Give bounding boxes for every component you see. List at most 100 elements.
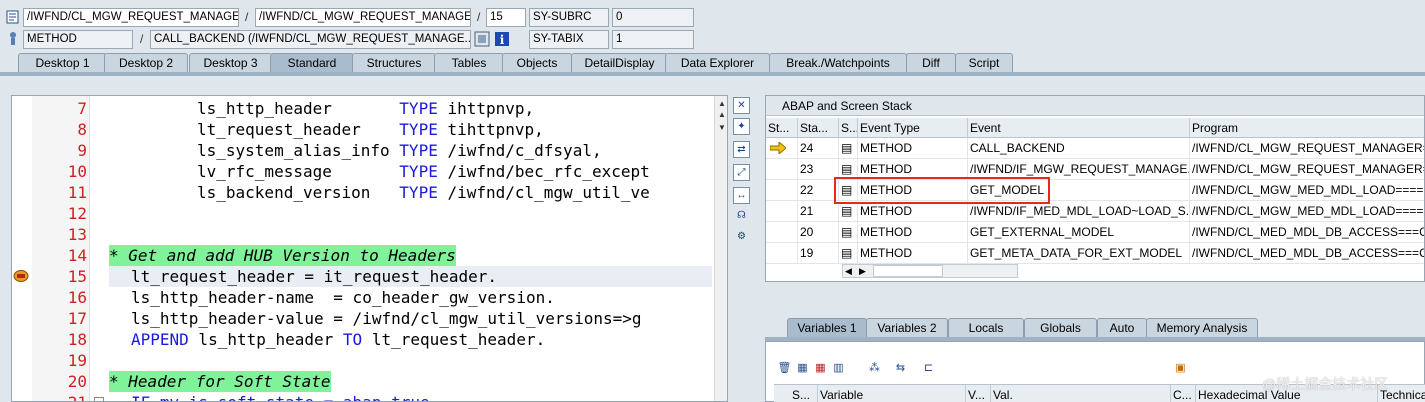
tab-objects[interactable]: Objects: [502, 53, 572, 73]
tab-tables[interactable]: Tables: [434, 53, 504, 73]
resize-icon[interactable]: ↔: [733, 187, 750, 204]
collapse-icon[interactable]: −: [94, 397, 104, 401]
save-icon[interactable]: ▣: [1172, 360, 1189, 377]
include-field[interactable]: /IWFND/CL_MGW_REQUEST_MANAGER...: [255, 8, 471, 27]
code-comment: * Get and add HUB Version to Headers: [109, 245, 456, 266]
navigate-icon[interactable]: [474, 31, 490, 47]
line-number: 20: [67, 372, 87, 391]
table-icon[interactable]: ▦: [794, 360, 811, 377]
swap-icon[interactable]: ⇄: [733, 141, 750, 158]
code-comment: * Header for Soft State: [109, 371, 331, 392]
new-tool-icon[interactable]: ✦: [733, 118, 750, 135]
scroll-down-icon[interactable]: ▼: [715, 122, 727, 134]
tab-script[interactable]: Script: [955, 53, 1013, 73]
stack-hscrollbar[interactable]: ◀ ▶: [842, 264, 1018, 278]
stack-level: 23: [798, 159, 839, 180]
code-line: 7 ls_http_header TYPE ihttpnvp,: [12, 98, 712, 119]
line-number: 7: [77, 99, 87, 118]
column-header[interactable]: V...: [966, 385, 991, 402]
stack-row[interactable]: 21 ▤ METHOD /IWFND/IF_MED_MDL_LOAD~LOAD_…: [766, 201, 1424, 222]
column-header[interactable]: Event Type: [858, 118, 968, 138]
column-header[interactable]: Program: [1190, 118, 1424, 138]
column-header[interactable]: Event: [968, 118, 1190, 138]
tab-breakpoints[interactable]: Break./Watchpoints: [769, 53, 907, 73]
sy-subrc-value: 0: [612, 8, 694, 27]
scroll-left-icon[interactable]: ◀: [845, 265, 852, 277]
line-number: 15: [67, 267, 87, 286]
program-name: /IWFND/CL_MGW_MED_MDL_LOAD====(: [1190, 180, 1424, 201]
line-number: 11: [67, 183, 87, 202]
tab-variables-1[interactable]: Variables 1: [787, 318, 867, 338]
code-text: lt_request_header TYPE tihttpnvp,: [197, 120, 544, 139]
scroll-thumb[interactable]: [873, 265, 943, 277]
source-code-editor[interactable]: 7 ls_http_header TYPE ihttpnvp, 8 lt_req…: [11, 95, 728, 402]
editor-scrollbar[interactable]: ▲ ▲ ▼: [714, 96, 727, 401]
settings-icon[interactable]: ⚙: [733, 229, 750, 246]
code-line: 13: [12, 224, 712, 245]
table-grid-icon[interactable]: ▥: [830, 360, 847, 377]
column-header[interactable]: St...: [766, 118, 798, 138]
desktop-tabbar: Desktop 1 Desktop 2 Desktop 3 Standard S…: [0, 53, 1425, 73]
watermark: @稀土掘金技术社区: [1262, 376, 1389, 392]
line-field[interactable]: 15: [486, 8, 526, 27]
tool-strip: ✕ ✦ ⇄ ⤢ ↔ ☊ ⚙: [729, 95, 753, 245]
code-text: ls_http_header-name = co_header_gw_versi…: [131, 288, 555, 307]
code-line-current: 15 lt_request_header = it_request_header…: [12, 266, 712, 287]
sy-tabix-label: SY-TABIX: [529, 30, 609, 49]
tab-structures[interactable]: Structures: [352, 53, 436, 73]
column-header[interactable]: Sta...: [798, 118, 839, 138]
delete-icon[interactable]: 🗑: [776, 360, 793, 377]
code-line: 8 lt_request_header TYPE tihttpnvp,: [12, 119, 712, 140]
structure-icon[interactable]: ⁂: [866, 360, 883, 377]
tab-variables-2[interactable]: Variables 2: [866, 318, 948, 338]
folder-icon[interactable]: ⊏: [920, 360, 937, 377]
info-icon[interactable]: i: [494, 31, 510, 47]
transfer-icon[interactable]: ⇆: [892, 360, 909, 377]
headset-icon[interactable]: ☊: [733, 208, 750, 225]
tab-globals[interactable]: Globals: [1024, 318, 1097, 338]
event-type: METHOD: [858, 201, 968, 222]
event-type-field: METHOD: [23, 30, 133, 49]
column-header[interactable]: S...: [839, 118, 858, 138]
code-line: 17 ls_http_header-value = /iwfnd/cl_mgw_…: [12, 308, 712, 329]
tab-desktop-1[interactable]: Desktop 1: [18, 53, 107, 73]
tab-locals[interactable]: Locals: [948, 318, 1024, 338]
program-name: /IWFND/CL_MED_MDL_DB_ACCESS===CP: [1190, 243, 1424, 264]
separator: /: [140, 32, 144, 46]
maximize-icon[interactable]: ⤢: [733, 164, 750, 181]
stack-row[interactable]: 24 ▤ METHOD CALL_BACKEND /IWFND/CL_MGW_R…: [766, 138, 1424, 159]
line-number: 12: [67, 204, 87, 223]
status-cell: [766, 180, 798, 201]
scroll-top-icon[interactable]: ▲: [715, 109, 727, 121]
stack-level: 24: [798, 138, 839, 159]
tab-diff[interactable]: Diff: [906, 53, 956, 73]
stack-row[interactable]: 20 ▤ METHOD GET_EXTERNAL_MODEL /IWFND/CL…: [766, 222, 1424, 243]
column-header[interactable]: Variable: [818, 385, 966, 402]
code-text: ls_http_header-value = /iwfnd/cl_mgw_uti…: [131, 309, 642, 328]
tab-memory-analysis[interactable]: Memory Analysis: [1146, 318, 1258, 338]
tab-auto[interactable]: Auto: [1097, 318, 1147, 338]
tab-standard[interactable]: Standard: [270, 53, 354, 73]
method-icon: ▤: [839, 201, 858, 222]
tab-data-explorer[interactable]: Data Explorer: [665, 53, 770, 73]
code-text: ls_backend_version TYPE /iwfnd/cl_mgw_ut…: [197, 183, 650, 202]
scroll-right-icon[interactable]: ▶: [859, 265, 866, 277]
tab-desktop-3[interactable]: Desktop 3: [189, 53, 272, 73]
line-number: 8: [77, 120, 87, 139]
column-header[interactable]: S...: [790, 385, 818, 402]
column-header[interactable]: Val.: [991, 385, 1171, 402]
code-text: lt_request_header = it_request_header.: [131, 267, 498, 286]
tab-desktop-2[interactable]: Desktop 2: [104, 53, 188, 73]
code-text: ls_system_alias_info TYPE /iwfnd/c_dfsya…: [197, 141, 602, 160]
separator: /: [477, 10, 481, 24]
line-number: 17: [67, 309, 87, 328]
table-red-icon[interactable]: ▦: [812, 360, 829, 377]
tab-detaildisplay[interactable]: DetailDisplay: [571, 53, 668, 73]
stack-row[interactable]: 19 ▤ METHOD GET_META_DATA_FOR_EXT_MODEL …: [766, 243, 1424, 264]
svg-text:i: i: [500, 33, 505, 47]
event-name: GET_EXTERNAL_MODEL: [968, 222, 1190, 243]
column-header[interactable]: C...: [1171, 385, 1196, 402]
close-icon[interactable]: ✕: [733, 97, 750, 114]
program-field[interactable]: /IWFND/CL_MGW_REQUEST_MANAGER...: [23, 8, 239, 27]
event-field: CALL_BACKEND (/IWFND/CL_MGW_REQUEST_MANA…: [150, 30, 471, 49]
